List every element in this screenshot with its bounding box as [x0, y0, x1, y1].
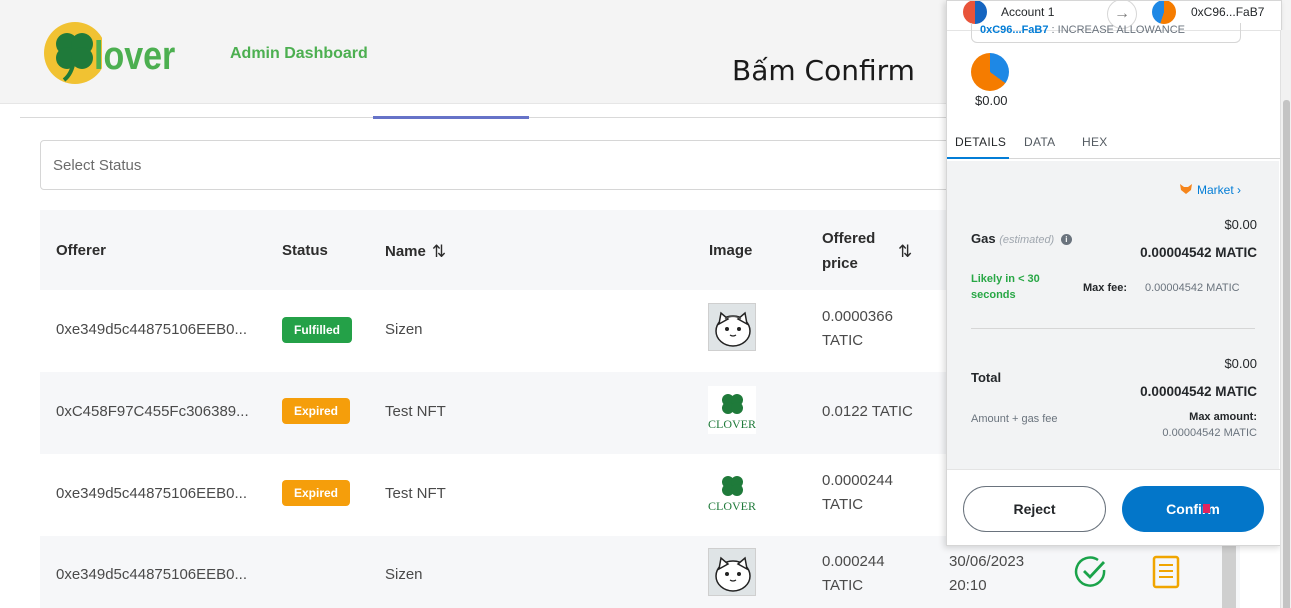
total-label: Total — [971, 370, 1002, 385]
likely-time: Likely in < 30 seconds — [971, 273, 1040, 301]
cat-icon — [715, 311, 751, 347]
row-price: 0.0122 TATIC — [822, 403, 913, 420]
to-account-address[interactable]: 0xC96...FaB7 — [1191, 5, 1264, 19]
col-name-label: Name — [385, 243, 426, 260]
popup-scrollbar-thumb[interactable] — [1283, 100, 1290, 608]
status-select-placeholder: Select Status — [53, 157, 142, 174]
amount-gas-label: Amount + gas fee — [971, 413, 1058, 425]
nft-thumbnail[interactable] — [708, 548, 756, 596]
max-amount-value: 0.00004542 MATIC — [1162, 427, 1257, 439]
active-tab-indicator — [373, 116, 529, 119]
fox-icon — [1180, 184, 1192, 194]
reject-button[interactable]: Reject — [963, 486, 1106, 532]
document-icon[interactable] — [1150, 555, 1182, 589]
row-price-unit: TATIC — [822, 496, 864, 513]
col-offered-price-line2: price — [822, 255, 858, 272]
row-offerer: 0xC458F97C455Fc306389... — [56, 403, 249, 420]
clover-icon: CLOVER — [708, 476, 756, 513]
row-offerer: 0xe349d5c44875106EEB0... — [56, 566, 247, 583]
svg-text:CLOVER: CLOVER — [708, 499, 756, 513]
gas-label: Gas — [971, 231, 996, 246]
active-tab-underline — [947, 157, 1009, 159]
row-name: Sizen — [385, 321, 423, 338]
max-fee-label: Max fee: — [1083, 282, 1128, 294]
row-time: 20:10 — [949, 577, 987, 594]
sort-price-icon[interactable]: ⇅ — [898, 242, 912, 262]
status-badge: Expired — [282, 398, 351, 424]
allowance-address: 0xC96...FaB7 — [980, 24, 1049, 36]
row-offerer: 0xe349d5c44875106EEB0... — [56, 485, 247, 502]
row-date: 30/06/2023 — [949, 553, 1025, 570]
market-link-label: Market — [1197, 183, 1234, 197]
table-row[interactable]: 0xe349d5c44875106EEB0... Sizen 0.000244 … — [40, 536, 1240, 608]
row-price-unit: TATIC — [822, 577, 864, 594]
col-image: Image — [709, 242, 753, 259]
confirm-button[interactable]: Confirm — [1122, 486, 1264, 532]
row-offerer: 0xe349d5c44875106EEB0... — [56, 321, 247, 338]
tab-hex[interactable]: HEX — [1082, 135, 1108, 149]
col-offered-price-line1: Offered — [822, 230, 876, 247]
row-name: Sizen — [385, 566, 423, 583]
gas-estimated: (estimated) — [999, 234, 1055, 246]
cat-icon — [715, 556, 751, 592]
details-divider — [971, 328, 1255, 329]
gas-label-row: Gas (estimated) i — [971, 231, 1072, 246]
tab-details[interactable]: DETAILS — [955, 135, 1006, 149]
nft-thumbnail[interactable]: CLOVER — [708, 468, 756, 516]
from-account-avatar — [963, 1, 987, 24]
sort-icon[interactable]: ⇅ — [432, 242, 446, 262]
max-fee-value: 0.00004542 MATIC — [1145, 282, 1240, 294]
info-icon[interactable]: i — [1060, 234, 1072, 245]
to-account-avatar — [1152, 1, 1176, 24]
mouse-cursor — [1203, 504, 1210, 513]
app-root: lover Admin Dashboard Bấm Confirm Select… — [0, 0, 1291, 608]
from-account-name[interactable]: Account 1 — [1001, 5, 1054, 19]
max-amount-label: Max amount: — [1189, 411, 1257, 423]
row-name: Test NFT — [385, 485, 446, 502]
svg-text:CLOVER: CLOVER — [708, 417, 756, 431]
row-price-unit: TATIC — [822, 332, 864, 349]
metamask-popup: Account 1 → 0xC96...FaB7 0xC96...FaB7 : … — [946, 0, 1282, 546]
action-footer: Reject Confirm — [947, 469, 1281, 545]
row-price: 0.0000366 — [822, 308, 893, 325]
gas-fiat: $0.00 — [1224, 217, 1257, 232]
total-fiat: $0.00 — [1224, 356, 1257, 371]
instruction-caption: Bấm Confirm — [732, 54, 915, 87]
token-avatar — [971, 53, 1009, 91]
popup-scrollbar[interactable] — [1280, 30, 1291, 608]
table-scrollbar[interactable] — [1222, 545, 1236, 608]
row-name: Test NFT — [385, 403, 446, 420]
details-tabs: DETAILS DATA HEX — [947, 129, 1281, 159]
clover-icon: CLOVER — [708, 394, 756, 431]
col-status: Status — [282, 242, 328, 259]
status-select[interactable]: Select Status — [40, 140, 960, 190]
col-offerer: Offerer — [56, 242, 107, 259]
nft-thumbnail[interactable] — [708, 303, 756, 351]
market-link[interactable]: Market › — [1179, 183, 1241, 197]
row-price: 0.0000244 — [822, 472, 893, 489]
allowance-chip: 0xC96...FaB7 : INCREASE ALLOWANCE — [971, 23, 1241, 43]
row-price: 0.000244 — [822, 553, 885, 570]
logo-wordmark: lover — [94, 34, 176, 78]
clover-logo-icon — [44, 22, 106, 84]
approve-check-icon[interactable] — [1074, 555, 1108, 589]
status-badge: Expired — [282, 480, 351, 506]
transaction-amount: $0.00 — [975, 93, 1008, 108]
col-name[interactable]: Name ⇅ — [385, 242, 446, 262]
total-amount: 0.00004542 MATIC — [1140, 384, 1257, 399]
allowance-text: : INCREASE ALLOWANCE — [1048, 24, 1186, 36]
chevron-right-icon: › — [1237, 183, 1242, 197]
tab-data[interactable]: DATA — [1024, 135, 1055, 149]
table-header: Offerer Status Name ⇅ Image Offered price… — [40, 210, 960, 290]
nft-thumbnail[interactable]: CLOVER — [708, 386, 756, 434]
gas-amount: 0.00004542 MATIC — [1140, 245, 1257, 260]
status-badge: Fulfilled — [282, 317, 352, 343]
page-title: Admin Dashboard — [230, 45, 368, 62]
